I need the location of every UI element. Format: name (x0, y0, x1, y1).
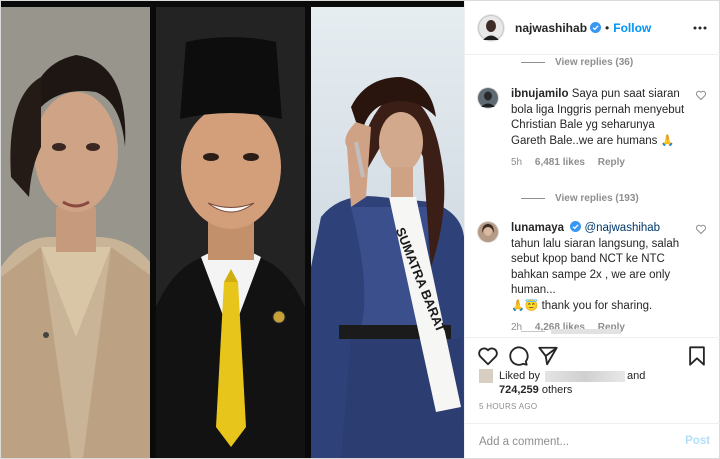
author-avatar[interactable] (477, 13, 505, 42)
view-replies-button[interactable]: View replies (193) (521, 193, 639, 204)
post-timestamp[interactable]: 5 HOURS AGO (479, 402, 537, 411)
liker-thumbnail[interactable] (479, 369, 493, 383)
likes-summary: Liked by and 724,259 others (479, 369, 719, 399)
comment-body: tahun lalu siaran langsung, salah sebut … (511, 237, 680, 297)
comment-text: lunamaya @najwashihab tahun lalu siaran … (511, 221, 691, 314)
mention-link[interactable]: @najwashihab (584, 222, 660, 234)
separator-dot: • (605, 20, 610, 35)
and-label: and (627, 370, 646, 382)
photo-panel-3: SUMATRA BARAT (311, 7, 464, 458)
view-replies-button[interactable]: View replies (36) (521, 57, 633, 68)
comment-age: 5h (511, 157, 523, 168)
likes-count: 724,259 (499, 384, 539, 396)
photo-panel-1 (1, 7, 150, 458)
comment-input[interactable] (479, 433, 669, 451)
view-replies-label: View replies (193) (555, 193, 639, 204)
comment-body-2: thank you for sharing. (541, 299, 653, 312)
action-bar (465, 337, 720, 367)
pray-smile-emoji: 🙏😇 (511, 299, 539, 312)
liked-by-label: Liked by (499, 370, 540, 382)
others-label: others (541, 384, 573, 396)
author-username[interactable]: najwashihab (515, 21, 587, 35)
post-header: najwashihab • Follow (465, 1, 720, 55)
clipped-replies-row (521, 329, 621, 334)
verified-badge-icon (590, 22, 602, 33)
add-comment-bar: Post (465, 423, 720, 458)
post-sidebar: najwashihab • Follow View replies (36) i… (464, 1, 720, 458)
more-options-icon[interactable] (692, 20, 708, 36)
replies-line (521, 62, 545, 63)
commenter-avatar[interactable] (477, 221, 499, 243)
post-comment-button[interactable]: Post (685, 435, 710, 447)
comment-meta: 5h 6,481 likes Reply (511, 157, 707, 168)
comment-item: ibnujamilo Saya pun saat siaran bola lig… (477, 87, 707, 168)
pray-emoji: 🙏 (660, 134, 675, 147)
photo-panel-2 (156, 7, 305, 458)
comment-username[interactable]: ibnujamilo (511, 88, 569, 100)
portrait-pageant: SUMATRA BARAT (311, 7, 464, 458)
instagram-post: SUMATRA BARAT najwashihab • Follow View … (0, 0, 720, 459)
verified-badge-icon (570, 221, 582, 232)
bookmark-icon[interactable] (686, 345, 708, 367)
heart-icon[interactable] (477, 345, 499, 367)
share-icon[interactable] (537, 345, 559, 367)
commenter-avatar[interactable] (477, 87, 499, 109)
reply-button[interactable]: Reply (598, 157, 625, 168)
portrait-newscaster (1, 7, 150, 458)
comment-username[interactable]: lunamaya (511, 222, 564, 234)
likes-count-button[interactable]: 724,259 others (499, 384, 572, 396)
view-replies-label: View replies (36) (555, 57, 634, 68)
comment-icon[interactable] (507, 345, 529, 367)
comment-likes[interactable]: 6,481 likes (535, 157, 585, 168)
comments-list[interactable]: View replies (36) ibnujamilo Saya pun sa… (465, 55, 720, 337)
redacted-username (545, 371, 625, 382)
portrait-official (156, 7, 305, 458)
heart-icon[interactable] (695, 223, 707, 235)
comment-item: lunamaya @najwashihab tahun lalu siaran … (477, 221, 707, 333)
replies-line (521, 198, 545, 199)
follow-button[interactable]: Follow (613, 21, 651, 35)
post-image[interactable]: SUMATRA BARAT (1, 1, 464, 458)
heart-icon[interactable] (695, 89, 707, 101)
comment-text: ibnujamilo Saya pun saat siaran bola lig… (511, 87, 691, 149)
